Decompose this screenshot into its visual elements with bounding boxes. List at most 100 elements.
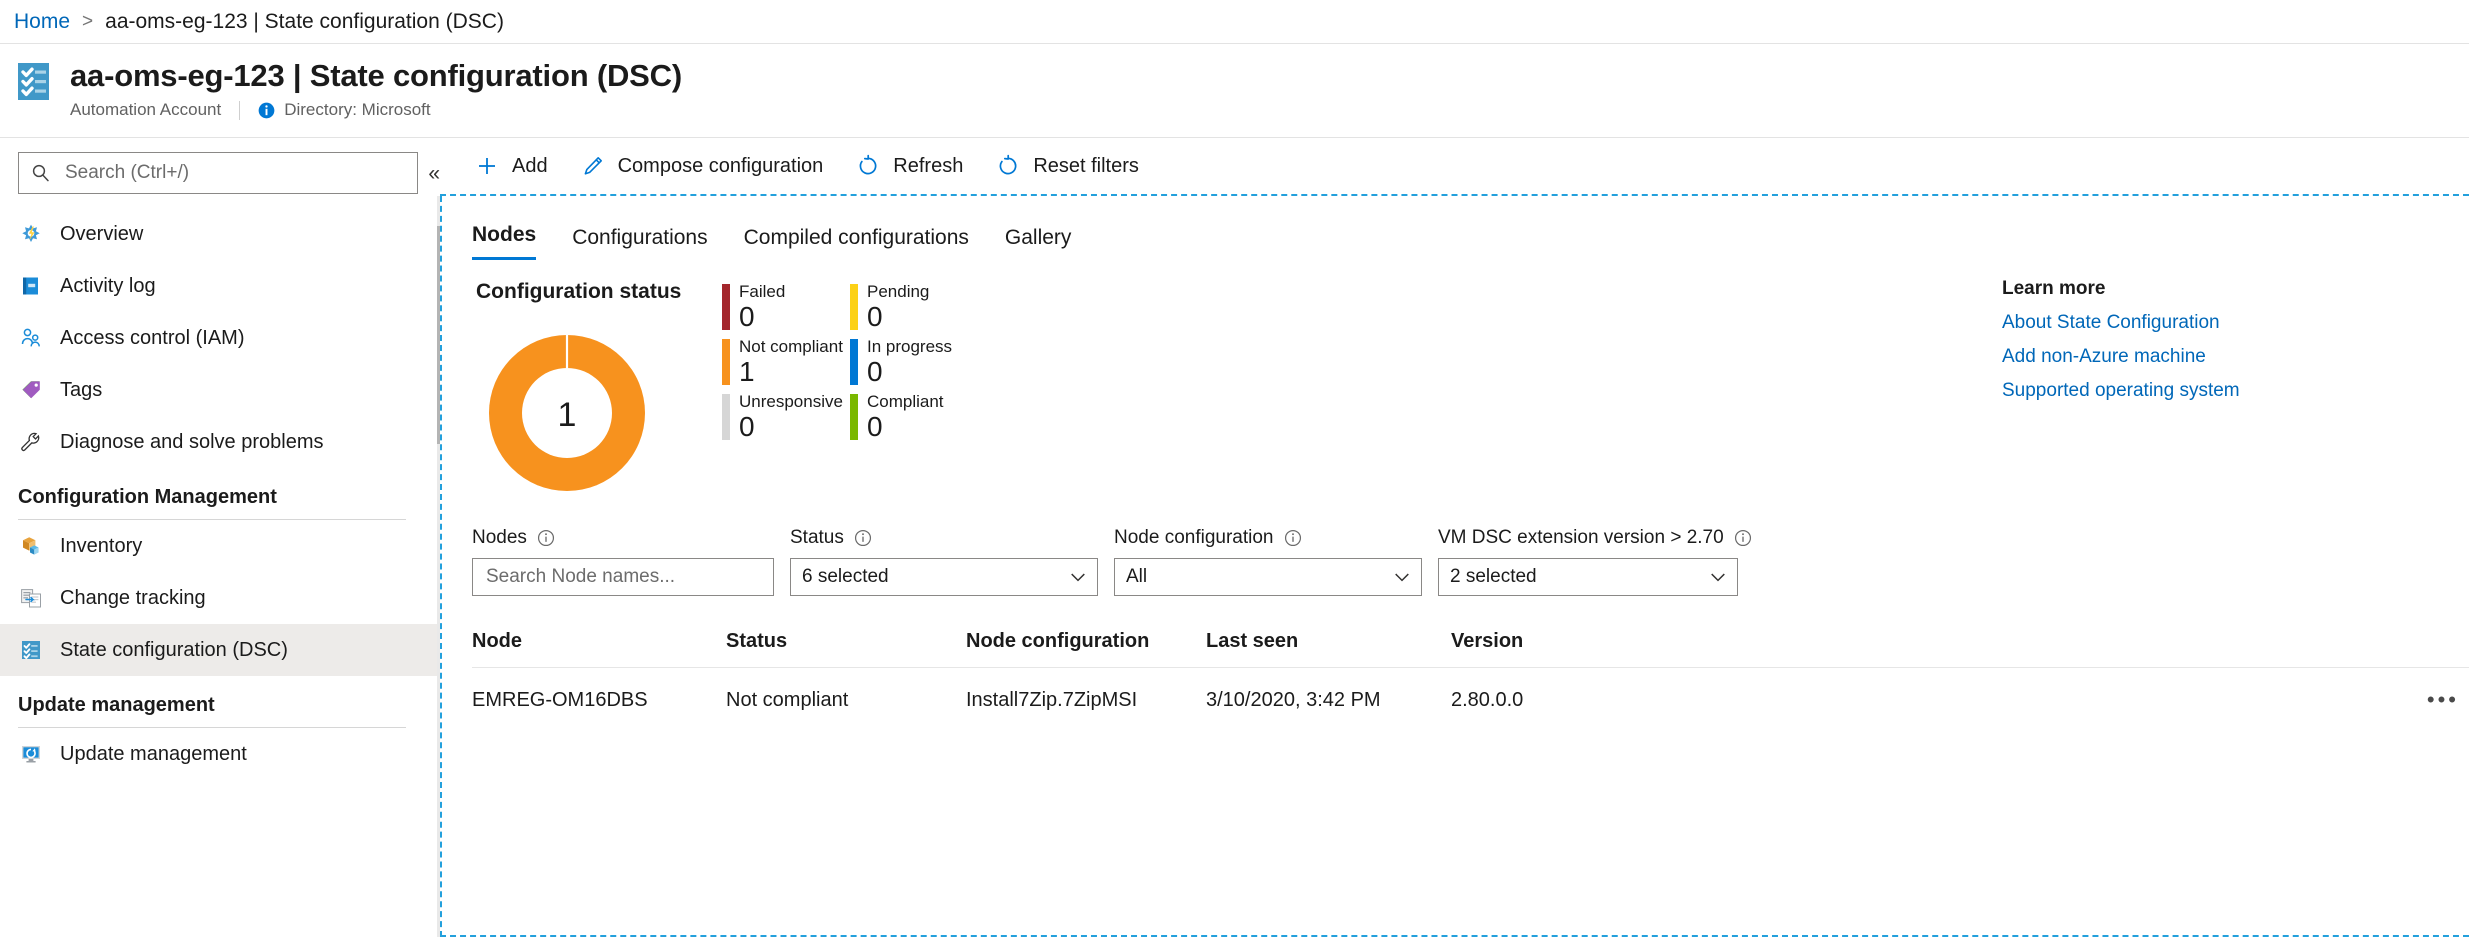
sidebar-item-tags[interactable]: Tags [0, 364, 440, 416]
table-header-row: Node Status Node configuration Last seen… [472, 630, 2469, 668]
status-color-bar [722, 394, 730, 440]
sidebar-item-label: Inventory [60, 534, 143, 557]
chevron-down-icon [1069, 568, 1087, 586]
filter-vm-dsc-extension-version: VM DSC extension version > 2.70 2 select… [1438, 527, 1752, 596]
info-circle-icon[interactable] [1284, 529, 1302, 547]
change-tracking-icon [18, 585, 44, 611]
filter-label-text: VM DSC extension version > 2.70 [1438, 527, 1724, 548]
reset-filters-button[interactable]: Reset filters [991, 146, 1155, 186]
sidebar-item-state-configuration-dsc[interactable]: State configuration (DSC) [0, 624, 440, 676]
reset-icon [995, 153, 1021, 179]
status-stat-failed: Failed 0 [722, 282, 850, 337]
sidebar-group-title: Configuration Management [18, 486, 277, 508]
sidebar-item-label: Access control (IAM) [60, 326, 245, 349]
add-button[interactable]: Add [470, 146, 564, 186]
tab-compiled-configurations[interactable]: Compiled configurations [744, 226, 969, 260]
breadcrumb-separator-icon: > [82, 10, 94, 32]
inventory-icon [18, 533, 44, 559]
sidebar-item-diagnose[interactable]: Diagnose and solve problems [0, 416, 440, 468]
status-stat-compliant: Compliant 0 [850, 392, 1020, 447]
sidebar-item-access-control[interactable]: Access control (IAM) [0, 312, 440, 364]
status-label: Pending [867, 282, 930, 301]
filter-label-text: Nodes [472, 527, 527, 548]
status-value: 0 [867, 356, 883, 387]
sidebar-item-change-tracking[interactable]: Change tracking [0, 572, 440, 624]
node-configuration-dropdown[interactable]: All [1114, 558, 1422, 596]
tab-gallery[interactable]: Gallery [1005, 226, 1072, 260]
sidebar-group-configuration-management: Configuration Management [0, 468, 440, 520]
cell-node-configuration: Install7Zip.7ZipMSI [966, 688, 1138, 711]
status-value: 0 [739, 411, 755, 442]
link-supported-operating-system[interactable]: Supported operating system [2002, 374, 2332, 408]
nodes-panel: Nodes Configurations Compiled configurat… [440, 196, 2469, 937]
sidebar-item-label: State configuration (DSC) [60, 638, 288, 661]
sidebar-item-label: Update management [60, 742, 247, 765]
sidebar-item-overview[interactable]: Overview [0, 208, 440, 260]
plus-icon [474, 153, 500, 179]
cell-version: 2.80.0.0 [1451, 688, 1524, 711]
info-circle-icon[interactable] [854, 529, 872, 547]
sidebar-item-update-management[interactable]: Update management [0, 728, 440, 780]
learn-more-panel: Learn more About State Configuration Add… [2002, 278, 2332, 408]
directory-label: Directory: Microsoft [284, 100, 431, 119]
refresh-button[interactable]: Refresh [851, 146, 979, 186]
sidebar-item-label: Diagnose and solve problems [60, 430, 324, 453]
sidebar-group-title: Update management [18, 694, 215, 716]
filter-status: Status 6 selected [790, 527, 1098, 596]
status-stat-not-compliant: Not compliant 1 [722, 337, 850, 392]
node-search-field[interactable] [472, 558, 774, 596]
compose-configuration-button[interactable]: Compose configuration [576, 146, 840, 186]
info-circle-icon[interactable] [537, 529, 555, 547]
subtitle-divider [239, 100, 241, 120]
info-circle-icon[interactable] [1734, 529, 1752, 547]
column-header-node[interactable]: Node [472, 630, 726, 653]
column-header-version[interactable]: Version [1451, 630, 1691, 653]
tab-configurations[interactable]: Configurations [572, 226, 707, 260]
filter-node-configuration: Node configuration All [1114, 527, 1422, 596]
link-add-non-azure-machine[interactable]: Add non-Azure machine [2002, 340, 2332, 374]
tab-nodes[interactable]: Nodes [472, 223, 537, 260]
ellipsis-menu-icon[interactable]: ••• [2427, 689, 2459, 711]
status-stat-in-progress: In progress 0 [850, 337, 1020, 392]
sidebar-item-inventory[interactable]: Inventory [0, 520, 440, 572]
status-value: 0 [867, 411, 883, 442]
table-row[interactable]: EMREG-OM16DBS Not compliant Install7Zip.… [472, 668, 2469, 732]
breadcrumb-current: aa-oms-eg-123 | State configuration (DSC… [105, 9, 504, 33]
breadcrumb: Home > aa-oms-eg-123 | State configurati… [0, 0, 2469, 44]
learn-more-title: Learn more [2002, 278, 2106, 299]
node-configuration-dropdown-value: All [1126, 566, 1148, 587]
breadcrumb-home-link[interactable]: Home [14, 10, 70, 34]
column-header-last-seen[interactable]: Last seen [1206, 630, 1451, 653]
page-title: aa-oms-eg-123 | State configuration (DSC… [70, 58, 682, 93]
search-box[interactable] [18, 152, 419, 194]
donut-center-value: 1 [558, 396, 577, 434]
main-content: Add Compose configuration Refresh Reset … [440, 138, 2469, 937]
status-color-bar [850, 394, 858, 440]
search-input[interactable] [63, 161, 393, 185]
pencil-icon [580, 153, 606, 179]
sidebar-item-activity-log[interactable]: Activity log [0, 260, 440, 312]
toolbar-button-label: Reset filters [1033, 154, 1139, 177]
refresh-icon [855, 153, 881, 179]
cell-last-seen: 3/10/2020, 3:42 PM [1206, 688, 1381, 711]
search-icon [31, 163, 51, 183]
link-about-state-configuration[interactable]: About State Configuration [2002, 306, 2332, 340]
panel-tabs: Nodes Configurations Compiled configurat… [442, 204, 2469, 260]
sidebar: « Overview Activity log [0, 138, 467, 937]
status-color-bar [722, 284, 730, 330]
sidebar-item-label: Activity log [60, 274, 156, 297]
status-color-bar [722, 339, 730, 385]
status-stat-pending: Pending 0 [850, 282, 1020, 337]
node-search-input[interactable] [484, 565, 763, 589]
status-value: 0 [867, 301, 883, 332]
vm-dsc-extension-version-dropdown[interactable]: 2 selected [1438, 558, 1738, 596]
column-header-node-configuration[interactable]: Node configuration [966, 630, 1206, 653]
filter-label-text: Node configuration [1114, 527, 1274, 548]
status-label: Compliant [867, 392, 944, 411]
chevron-down-icon [1709, 568, 1727, 586]
collapse-sidebar-button[interactable]: « [428, 163, 440, 184]
column-header-status[interactable]: Status [726, 630, 966, 653]
resource-type-label: Automation Account [70, 100, 222, 119]
configuration-status-chart: Configuration status 1 [472, 280, 722, 513]
status-dropdown[interactable]: 6 selected [790, 558, 1098, 596]
